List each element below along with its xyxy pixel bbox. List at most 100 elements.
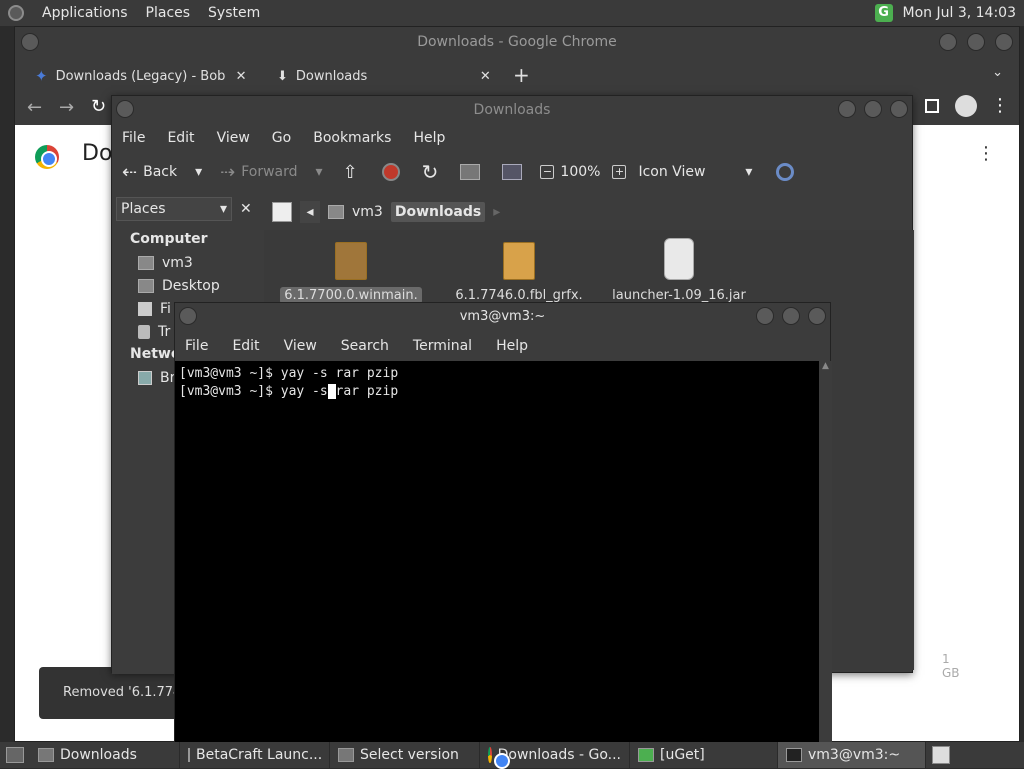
menu-applications[interactable]: Applications [42,5,128,21]
view-mode-select[interactable]: Icon View [638,164,705,180]
tab-label: Downloads [295,68,368,84]
edit-location-icon[interactable] [272,202,292,222]
term-menu-edit[interactable]: Edit [232,338,259,354]
task-label: Select version [360,747,459,763]
tab-search-chevron-icon[interactable]: ⌄ [992,65,1003,80]
back-arrow-icon[interactable]: ⇠ [122,162,137,183]
window-menu-button[interactable] [21,33,39,51]
terminal-line: [vm3@vm3 ~]$ yay -s rar pzip [179,366,399,381]
window-menu-button[interactable] [116,100,134,118]
close-tab-icon[interactable]: ✕ [480,69,491,84]
fm-menu-go[interactable]: Go [272,130,291,146]
minimize-button[interactable] [838,100,856,118]
maximize-button[interactable] [864,100,882,118]
task-betacraft[interactable]: BetaCraft Launc... [180,742,330,768]
uget-tray-icon[interactable]: G [874,4,893,22]
minimize-button[interactable] [756,307,774,325]
chrome-title-text: Downloads - Google Chrome [417,34,617,50]
window-menu-button[interactable] [179,307,197,325]
back-button[interactable]: Back [143,164,177,180]
breadcrumb-left-icon[interactable]: ◂ [300,201,320,223]
computer-icon[interactable] [502,164,523,180]
home-folder-icon [328,205,344,219]
term-menu-terminal[interactable]: Terminal [413,338,472,354]
places-select-label: Places [121,201,166,217]
forward-history-chevron-icon[interactable]: ▾ [316,164,323,180]
menu-places[interactable]: Places [146,5,191,21]
file-item[interactable]: launcher-1.09_16.jar [604,234,754,303]
chrome-titlebar[interactable]: Downloads - Google Chrome [15,27,1019,57]
new-tab-icon[interactable]: + [513,63,530,87]
maximize-button[interactable] [782,307,800,325]
home-folder-icon [138,255,154,270]
reload-icon[interactable]: ↻ [422,160,439,184]
up-arrow-icon[interactable]: ⇧ [343,162,358,183]
tab-downloads-legacy[interactable]: ✦ Downloads (Legacy) - Bob Por ✕ [27,61,263,91]
reload-icon[interactable]: ↻ [91,96,106,117]
show-desktop-icon[interactable] [6,747,24,763]
close-button[interactable] [808,307,826,325]
profile-avatar-icon[interactable] [955,95,977,117]
scroll-up-icon[interactable]: ▲ [819,361,832,371]
tab-downloads[interactable]: ⬇ Downloads ✕ [269,61,499,91]
fm-menu-help[interactable]: Help [413,130,445,146]
breadcrumb-vm3[interactable]: vm3 [352,204,383,220]
clock[interactable]: Mon Jul 3, 14:03 [903,5,1016,21]
search-icon[interactable] [776,163,795,181]
task-terminal[interactable]: vm3@vm3:~ [778,742,926,768]
zoom-out-icon[interactable]: − [540,165,555,179]
breadcrumb-right-icon[interactable]: ▸ [493,204,500,220]
term-menu-file[interactable]: File [185,338,208,354]
term-menu-search[interactable]: Search [341,338,389,354]
task-downloads-fm[interactable]: Downloads [30,742,180,768]
zoom-in-icon[interactable]: + [612,165,627,179]
java-app-icon [338,748,354,762]
fm-title-text: Downloads [473,102,551,118]
close-sidebar-icon[interactable]: ✕ [240,201,252,217]
minimize-button[interactable] [939,33,957,51]
forward-arrow-icon[interactable]: ⇢ [220,162,235,183]
task-chrome[interactable]: Downloads - Go... [480,742,630,769]
terminal-scrollbar[interactable]: ▲ [819,361,832,745]
page-menu-icon[interactable]: ⋮ [977,143,995,164]
terminal-window: vm3@vm3:~ File Edit View Search Terminal… [174,302,832,745]
task-select-version[interactable]: Select version [330,742,480,768]
terminal-titlebar[interactable]: vm3@vm3:~ [175,303,830,331]
term-menu-help[interactable]: Help [496,338,528,354]
maximize-button[interactable] [967,33,985,51]
close-button[interactable] [995,33,1013,51]
stop-icon[interactable] [381,163,400,181]
task-label: BetaCraft Launc... [196,747,323,763]
sidebar-item-vm3[interactable]: vm3 [112,251,262,274]
close-button[interactable] [890,100,908,118]
sidebar-item-desktop[interactable]: Desktop [112,274,262,297]
file-item[interactable]: 6.1.7700.0.winmain. [280,238,422,304]
fm-menu-file[interactable]: File [122,130,145,146]
view-mode-chevron-icon[interactable]: ▾ [745,164,752,180]
network-icon [138,370,152,385]
menu-system[interactable]: System [208,5,260,21]
forward-arrow-icon[interactable]: → [59,97,74,118]
distro-logo-icon[interactable] [8,5,24,21]
sidebar-item-label: Tr [158,323,171,340]
uget-icon [638,748,654,762]
task-uget[interactable]: [uGet] [630,742,778,768]
back-history-chevron-icon[interactable]: ▾ [195,164,202,180]
close-tab-icon[interactable]: ✕ [236,69,247,84]
terminal-output[interactable]: [vm3@vm3 ~]$ yay -s rar pzip [vm3@vm3 ~]… [175,361,819,745]
kebab-menu-icon[interactable]: ⋮ [991,95,1009,116]
workspace-switcher-icon[interactable] [932,746,950,764]
forward-button[interactable]: Forward [241,164,297,180]
home-folder-icon[interactable] [460,164,481,180]
back-arrow-icon[interactable]: ← [27,97,42,118]
fm-menu-edit[interactable]: Edit [167,130,194,146]
file-item[interactable]: 6.1.7746.0.fbl_grfx. [444,238,594,303]
fm-menu-bookmarks[interactable]: Bookmarks [313,130,391,146]
term-menu-view[interactable]: View [284,338,317,354]
terminal-cursor [327,384,336,399]
sidepanel-icon[interactable] [925,99,939,113]
breadcrumb-downloads[interactable]: Downloads [390,202,486,222]
fm-titlebar[interactable]: Downloads [112,96,912,124]
fm-menu-view[interactable]: View [217,130,250,146]
places-selector[interactable]: Places ▾ ✕ [116,196,258,222]
